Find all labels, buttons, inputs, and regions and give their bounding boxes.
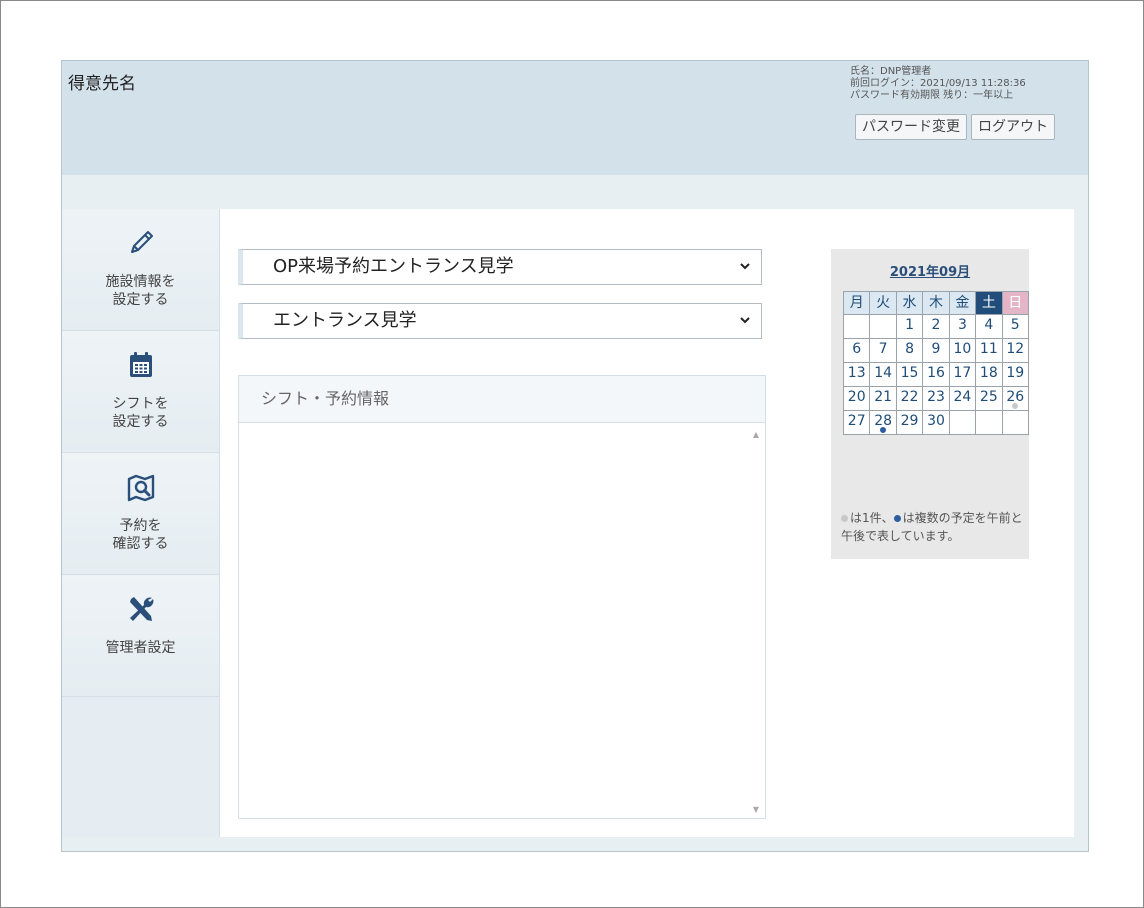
calendar-day[interactable]: 7	[869, 338, 897, 363]
calendar-day[interactable]: 15	[895, 362, 924, 387]
calendar-day[interactable]: 2	[922, 314, 950, 339]
calendar-day[interactable]: 25	[975, 386, 1003, 411]
sidebar-item-admin-settings[interactable]: 管理者設定	[62, 575, 219, 697]
calendar-day[interactable]: 21	[869, 386, 897, 411]
calendar-day[interactable]: 6	[842, 338, 871, 363]
calendar-day[interactable]: 26	[1001, 386, 1030, 411]
multi-reservation-dot	[880, 427, 887, 433]
sidebar-item-label: 管理者設定	[105, 640, 176, 656]
header: 得意先名 氏名：DNP管理者 前回ログイン：2021/09/13 11:28:3…	[62, 61, 1088, 175]
sidebar-item-label: 施設情報を 設定する	[105, 274, 176, 308]
facility-select-value: OP来場予約エントランス見学	[273, 256, 514, 277]
password-expiry: パスワード有効期限 残り：一年以上	[850, 90, 1014, 101]
calendar-day[interactable]: 3	[948, 314, 977, 339]
weekday-header: 土	[975, 291, 1003, 315]
pencil-icon	[121, 223, 161, 263]
sidebar-item-label: 予約を 確認する	[112, 518, 169, 552]
single-reservation-dot	[1012, 403, 1019, 409]
last-login: 前回ログイン：2021/09/13 11:28:36	[850, 78, 1026, 89]
weekday-header: 金	[948, 291, 977, 315]
main-panel: OP来場予約エントランス見学 エントランス見学 シフト・予約情報 ▲ ▼	[238, 209, 768, 837]
weekday-header: 月	[842, 291, 871, 315]
map-search-icon	[121, 467, 161, 507]
calendar-day[interactable]: 12	[1001, 338, 1030, 363]
calendar-day[interactable]: 20	[842, 386, 871, 411]
calendar-day[interactable]: 22	[895, 386, 924, 411]
user-name: 氏名：DNP管理者	[850, 66, 932, 77]
sidebar-item-facility-settings[interactable]: 施設情報を 設定する	[62, 209, 219, 331]
weekday-header: 木	[922, 291, 950, 315]
calendar-month-link[interactable]: 2021年09月	[831, 261, 1029, 280]
logout-button[interactable]: ログアウト	[971, 114, 1055, 140]
shift-reservation-panel: シフト・予約情報 ▲ ▼	[238, 375, 766, 819]
legend-single: は1件、	[850, 511, 894, 525]
single-dot-icon	[841, 515, 848, 522]
calendar-day[interactable]: 14	[869, 362, 897, 387]
calendar-empty-cell	[975, 410, 1003, 435]
sidebar-item-reservation-check[interactable]: 予約を 確認する	[62, 453, 219, 575]
calendar-empty-cell	[869, 314, 897, 339]
weekday-header: 火	[869, 291, 897, 315]
calendar-legend: は1件、 は複数の予定を午前と午後で表しています。	[841, 509, 1027, 545]
content-area: 施設情報を 設定する シフトを 設定する 予約を 確認する 管理者設定 OP来場…	[62, 209, 1074, 837]
calendar-day[interactable]: 18	[975, 362, 1003, 387]
tour-select-value: エントランス見学	[273, 310, 417, 331]
scroll-up-arrow[interactable]: ▲	[753, 430, 759, 439]
calendar-empty-cell	[948, 410, 977, 435]
sidebar-item-label: シフトを 設定する	[112, 396, 169, 430]
calendar-widget: 2021年09月 月火水木金土日 1 2 3 4 5 6 7 8 9 10 11 12 13 14 15 16…	[831, 249, 1030, 559]
calendar-day[interactable]: 9	[922, 338, 950, 363]
calendar-day[interactable]: 19	[1001, 362, 1030, 387]
calendar-day[interactable]: 24	[948, 386, 977, 411]
calendar-day[interactable]: 8	[895, 338, 924, 363]
tour-select[interactable]: エントランス見学	[238, 303, 762, 339]
chevron-down-icon	[739, 304, 751, 351]
tools-icon	[121, 589, 161, 629]
header-buttons: パスワード変更 ログアウト	[855, 114, 1055, 140]
calendar-day[interactable]: 5	[1001, 314, 1030, 339]
sidebar-item-shift-settings[interactable]: シフトを 設定する	[62, 331, 219, 453]
sidebar: 施設情報を 設定する シフトを 設定する 予約を 確認する 管理者設定	[62, 209, 220, 837]
calendar-day[interactable]: 28	[869, 410, 897, 435]
facility-select[interactable]: OP来場予約エントランス見学	[238, 249, 762, 285]
calendar-day[interactable]: 11	[975, 338, 1003, 363]
weekday-header: 日	[1001, 291, 1030, 315]
chevron-down-icon	[739, 250, 751, 297]
weekday-header: 水	[895, 291, 924, 315]
user-info: 氏名：DNP管理者 前回ログイン：2021/09/13 11:28:36 パスワ…	[850, 66, 1026, 102]
calendar-table: 月火水木金土日 1 2 3 4 5 6 7 8 9 10 11 12 13 14 15 16 17 18 19 20 2…	[842, 291, 1030, 435]
calendar-empty-cell	[842, 314, 871, 339]
calendar-day[interactable]: 1	[895, 314, 924, 339]
app-container: 得意先名 氏名：DNP管理者 前回ログイン：2021/09/13 11:28:3…	[61, 60, 1089, 852]
calendar-day[interactable]: 27	[842, 410, 871, 435]
panel-title: シフト・予約情報	[239, 376, 765, 423]
multi-dot-icon	[893, 515, 901, 522]
calendar-day[interactable]: 10	[948, 338, 977, 363]
calendar-day[interactable]: 23	[922, 386, 950, 411]
scroll-down-arrow[interactable]: ▼	[753, 805, 759, 814]
change-password-button[interactable]: パスワード変更	[855, 114, 967, 140]
calendar-day[interactable]: 29	[895, 410, 924, 435]
calendar-icon	[121, 345, 161, 385]
calendar-empty-cell	[1001, 410, 1030, 435]
calendar-day[interactable]: 16	[922, 362, 950, 387]
calendar-day[interactable]: 17	[948, 362, 977, 387]
client-name: 得意先名	[68, 74, 136, 94]
calendar-day[interactable]: 30	[922, 410, 950, 435]
calendar-day[interactable]: 4	[975, 314, 1003, 339]
calendar-day[interactable]: 13	[842, 362, 871, 387]
